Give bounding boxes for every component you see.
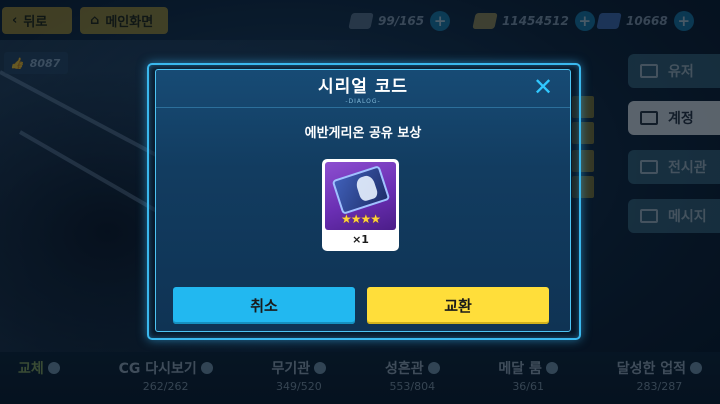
cancel-button[interactable]: 취소 xyxy=(173,287,355,324)
rarity-stars: ★★★★ xyxy=(340,212,381,226)
reward-title: 에반게리온 공유 보상 xyxy=(304,126,422,141)
reward-item-image: ★★★★ xyxy=(325,162,396,230)
reward-item-card[interactable]: ★★★★ ×1 xyxy=(322,159,399,251)
dialog-subtitle: -DIALOG- xyxy=(345,98,381,105)
dialog-title: 시리얼 코드 xyxy=(317,77,409,97)
exchange-button[interactable]: 교환 xyxy=(367,287,549,324)
dialog-header: 시리얼 코드 -DIALOG- xyxy=(156,70,570,108)
reward-quantity: ×1 xyxy=(352,233,369,246)
card-item-icon xyxy=(331,165,391,215)
serial-code-dialog: 시리얼 코드 -DIALOG- ✕ 에반게리온 공유 보상 ★★★★ ×1 취소… xyxy=(155,69,571,332)
close-icon[interactable]: ✕ xyxy=(532,75,554,99)
